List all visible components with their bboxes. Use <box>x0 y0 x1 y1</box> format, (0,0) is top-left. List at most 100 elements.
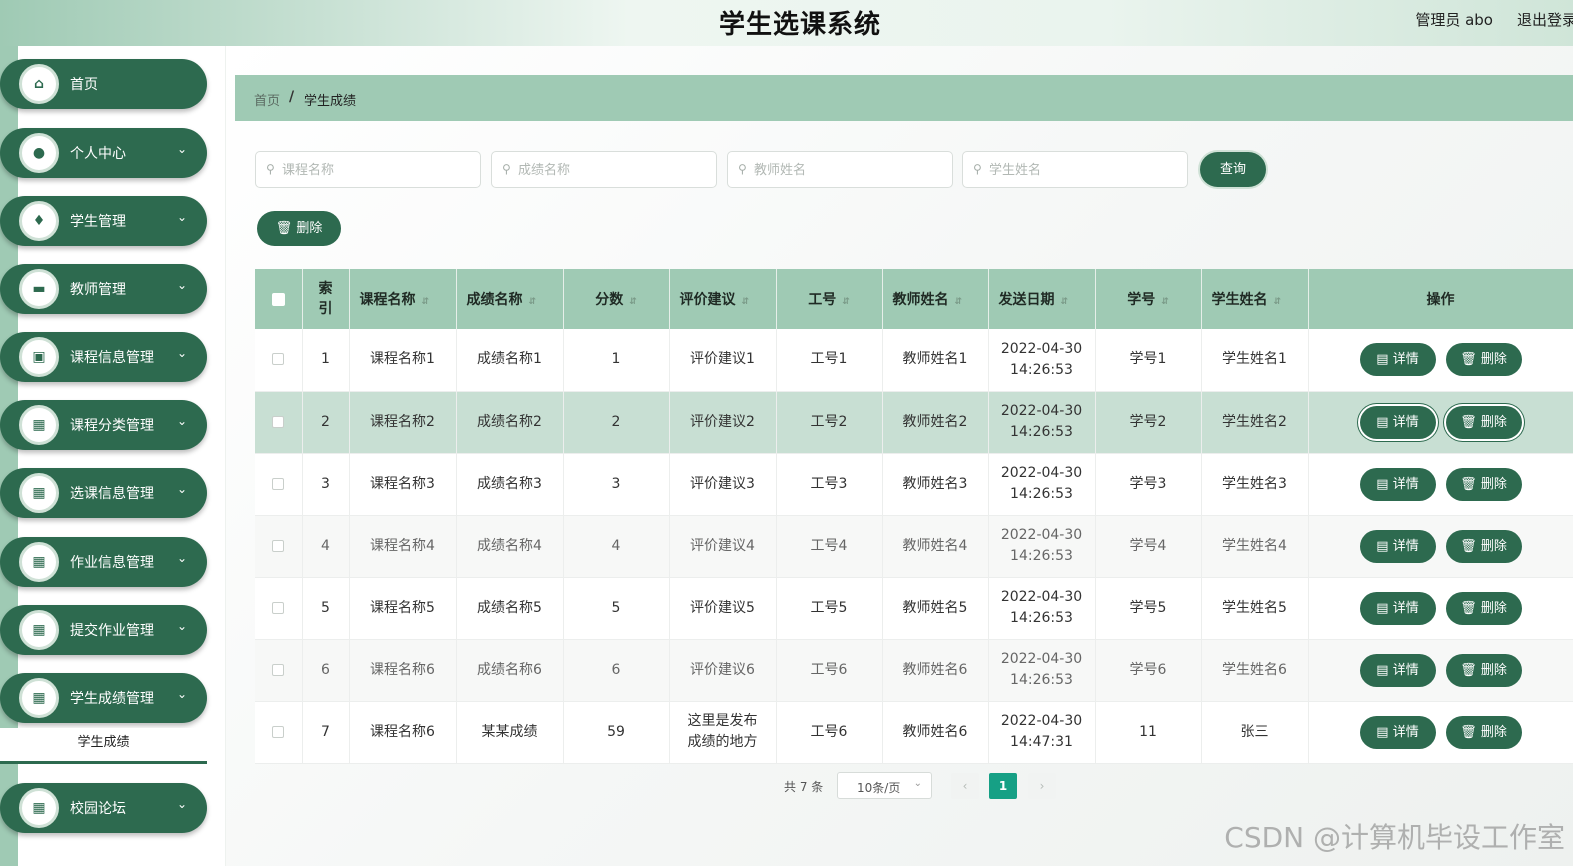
detail-button[interactable]: ▤ 详情 <box>1359 343 1436 377</box>
detail-button[interactable]: ▤ 详情 <box>1359 529 1436 563</box>
header-score-name[interactable]: 成绩名称 ⇵ <box>456 269 564 329</box>
sort-icon[interactable]: ⇵ <box>1161 297 1169 307</box>
delete-label: 删除 <box>1480 538 1507 554</box>
header-date[interactable]: 发送日期 ⇵ <box>988 269 1096 329</box>
sidebar-item-1[interactable]: ● 个人中心 ⌄ <box>0 128 207 178</box>
sort-icon[interactable]: ⇵ <box>742 297 750 307</box>
breadcrumb: 首页 / 学生成绩 <box>235 75 1573 121</box>
header-student-no[interactable]: 学号 ⇵ <box>1095 269 1202 329</box>
header-score[interactable]: 分数 ⇵ <box>563 269 670 329</box>
cell-index: 2 <box>321 413 330 430</box>
table-row[interactable]: 3 课程名称3 成绩名称3 3 评价建议3 工号3 教师姓名3 2022-04-30 14:26… <box>255 453 1573 516</box>
cell-student: 学生姓名3 <box>1222 475 1287 492</box>
table-cell: 课程名称6 <box>349 639 457 702</box>
student-name-input[interactable] <box>989 160 1179 180</box>
chevron-right-icon: › <box>1039 779 1045 793</box>
sidebar-item-2[interactable]: ♦ 学生管理 ⌄ <box>0 196 207 246</box>
detail-button[interactable]: ▤ 详情 <box>1359 653 1436 687</box>
row-checkbox[interactable] <box>272 353 285 366</box>
header-course[interactable]: 课程名称 ⇵ <box>349 269 457 329</box>
sidebar-item-7[interactable]: ▦ 作业信息管理 ⌄ <box>0 537 207 587</box>
header-job-no[interactable]: 工号 ⇵ <box>776 269 883 329</box>
search-icon: ⚲ <box>973 162 982 176</box>
sidebar-item-label: 选课信息管理 <box>70 486 154 502</box>
course-name-search-field[interactable]: ⚲ <box>255 151 481 188</box>
header-student[interactable]: 学生姓名 ⇵ <box>1201 269 1309 329</box>
sort-icon[interactable]: ⇵ <box>422 297 430 307</box>
header-advice[interactable]: 评价建议 ⇵ <box>669 269 777 329</box>
row-delete-button[interactable]: 🗑 删除 <box>1445 405 1522 439</box>
sidebar-item-10[interactable]: ▦ 校园论坛 ⌄ <box>0 783 207 833</box>
sort-icon[interactable]: ⇵ <box>842 297 850 307</box>
row-delete-button[interactable]: 🗑 删除 <box>1445 529 1522 563</box>
cell-teacher: 教师姓名3 <box>902 475 968 492</box>
select-all-cell <box>255 269 303 329</box>
table-row[interactable]: 2 课程名称2 成绩名称2 2 评价建议2 工号2 教师姓名2 2022-04-30 14:26… <box>255 391 1573 454</box>
sidebar-item-5[interactable]: ▦ 课程分类管理 ⌄ <box>0 400 207 450</box>
sidebar-item-label: 课程信息管理 <box>70 350 154 366</box>
row-delete-button[interactable]: 🗑 删除 <box>1445 591 1522 625</box>
row-checkbox[interactable] <box>272 663 285 676</box>
row-checkbox[interactable] <box>272 601 285 614</box>
sidebar-item-4[interactable]: ▣ 课程信息管理 ⌄ <box>0 332 207 382</box>
chevron-down-icon: ⌄ <box>176 414 187 428</box>
detail-button[interactable]: ▤ 详情 <box>1359 405 1436 439</box>
page-number-current[interactable]: 1 <box>989 773 1017 799</box>
sort-icon[interactable]: ⇵ <box>1274 297 1282 307</box>
submenu-item-student-score[interactable]: 学生成绩 <box>0 728 207 764</box>
course-name-input[interactable] <box>282 160 472 180</box>
sidebar-item-8[interactable]: ▦ 提交作业管理 ⌄ <box>0 605 207 655</box>
student-name-search-field[interactable]: ⚲ <box>962 151 1188 188</box>
header-teacher[interactable]: 教师姓名 ⇵ <box>882 269 989 329</box>
document-icon: ▤ <box>1376 662 1389 678</box>
cell-student_no: 学号1 <box>1129 351 1167 368</box>
cell-job_no: 工号2 <box>810 413 848 430</box>
logout-link[interactable]: 退出登录 <box>1517 9 1573 30</box>
sort-icon[interactable]: ⇵ <box>1061 297 1069 307</box>
sidebar-item-0[interactable]: ⌂ 首页 <box>0 59 207 109</box>
grid-icon: ▦ <box>19 542 59 582</box>
breadcrumb-home[interactable]: 首页 <box>254 90 280 109</box>
table-row[interactable]: 1 课程名称1 成绩名称1 1 评价建议1 工号1 教师姓名1 2022-04-30 14:26… <box>255 329 1573 392</box>
cell-advice: 评价建议6 <box>690 661 755 678</box>
row-checkbox[interactable] <box>272 477 285 490</box>
sort-icon[interactable]: ⇵ <box>955 297 963 307</box>
batch-delete-button[interactable]: 🗑 删除 <box>257 211 341 246</box>
table-row[interactable]: 5 课程名称5 成绩名称5 5 评价建议5 工号5 教师姓名5 2022-04-30 14:26… <box>255 577 1573 640</box>
sidebar-item-3[interactable]: ▬ 教师管理 ⌄ <box>0 264 207 314</box>
cell-index: 1 <box>321 351 330 368</box>
teacher-name-search-field[interactable]: ⚲ <box>727 151 953 188</box>
detail-label: 详情 <box>1392 352 1419 368</box>
detail-button[interactable]: ▤ 详情 <box>1359 715 1436 749</box>
row-delete-button[interactable]: 🗑 删除 <box>1445 653 1522 687</box>
table-row[interactable]: 4 课程名称4 成绩名称4 4 评价建议4 工号4 教师姓名4 2022-04-30 14:26… <box>255 515 1573 578</box>
table-cell: 教师姓名1 <box>882 329 989 392</box>
row-checkbox[interactable] <box>272 539 285 552</box>
row-delete-button[interactable]: 🗑 删除 <box>1445 715 1522 749</box>
sidebar-item-6[interactable]: ▦ 选课信息管理 ⌄ <box>0 468 207 518</box>
table-cell <box>255 515 303 578</box>
sort-icon[interactable]: ⇵ <box>629 297 637 307</box>
sidebar-item-9[interactable]: ▦ 学生成绩管理 ⌄ <box>0 673 207 723</box>
next-page-button[interactable]: › <box>1028 773 1056 799</box>
cell-date: 2022-04-30 <box>1000 713 1083 729</box>
page-size-select[interactable]: 10条/页 ⌄ <box>837 772 932 799</box>
row-checkbox[interactable] <box>272 725 285 738</box>
row-checkbox[interactable] <box>272 415 285 428</box>
score-name-search-field[interactable]: ⚲ <box>491 151 717 188</box>
chevron-down-icon: ⌄ <box>176 210 187 224</box>
detail-button[interactable]: ▤ 详情 <box>1359 467 1436 501</box>
row-delete-button[interactable]: 🗑 删除 <box>1445 467 1522 501</box>
table-row[interactable]: 7 课程名称6 某某成绩 59 这里是发布成绩的地方 工号6 教师姓名6 2022-04-30… <box>255 701 1573 764</box>
detail-button[interactable]: ▤ 详情 <box>1359 591 1436 625</box>
sort-icon[interactable]: ⇵ <box>529 297 537 307</box>
select-all-checkbox[interactable] <box>271 292 285 306</box>
teacher-name-input[interactable] <box>754 160 944 180</box>
header-index: 索引 <box>302 269 350 329</box>
table-row[interactable]: 6 课程名称6 成绩名称6 6 评价建议6 工号6 教师姓名6 2022-04-30 14:26… <box>255 639 1573 702</box>
header-label: 教师姓名 <box>892 292 949 308</box>
row-delete-button[interactable]: 🗑 删除 <box>1445 343 1522 377</box>
prev-page-button[interactable]: ‹ <box>951 773 979 799</box>
score-name-input[interactable] <box>518 160 708 180</box>
query-button[interactable]: 查询 <box>1200 152 1266 187</box>
